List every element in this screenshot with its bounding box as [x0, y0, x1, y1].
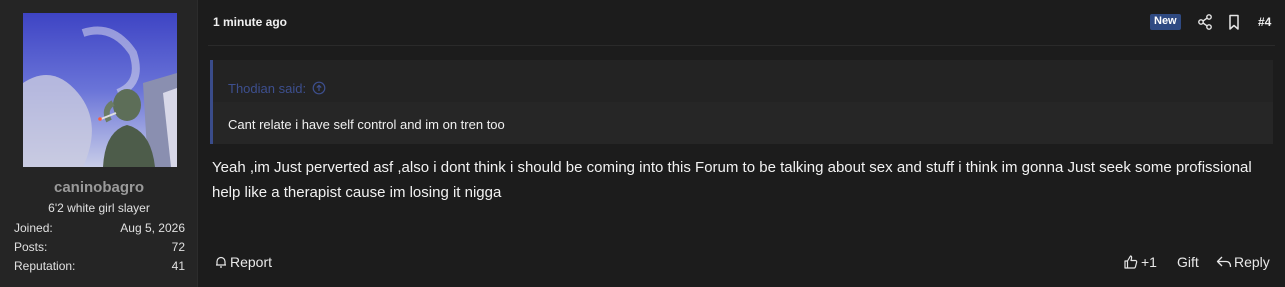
- arrow-up-circle-icon[interactable]: [312, 81, 326, 95]
- post-message: Yeah ,im Just perverted asf ,also i dont…: [212, 159, 1252, 201]
- like-button[interactable]: +1: [1123, 254, 1157, 270]
- new-badge: New: [1150, 14, 1181, 30]
- quote-block: Thodian said: Cant relate i have self co…: [210, 60, 1273, 144]
- quote-author[interactable]: Thodian said:: [228, 81, 306, 96]
- bookmark-icon[interactable]: [1225, 13, 1243, 31]
- bell-icon: [216, 256, 226, 268]
- quote-text: Cant relate i have self control and im o…: [213, 102, 1273, 144]
- avatar[interactable]: [23, 13, 177, 167]
- stat-joined: Joined: Aug 5, 2026: [14, 221, 185, 235]
- stat-label: Joined:: [14, 221, 53, 235]
- reply-button[interactable]: Reply: [1216, 254, 1270, 270]
- header-divider: [208, 45, 1275, 46]
- forum-post: caninobagro 6'2 white girl slayer Joined…: [0, 0, 1285, 287]
- avatar-image: [23, 13, 177, 167]
- share-icon[interactable]: [1196, 13, 1214, 31]
- reply-label: Reply: [1234, 254, 1270, 270]
- gift-label: Gift: [1177, 254, 1199, 270]
- stat-label: Reputation:: [14, 259, 76, 273]
- post-number[interactable]: #4: [1258, 15, 1271, 29]
- stat-posts: Posts: 72: [14, 240, 185, 254]
- like-count: +1: [1141, 254, 1157, 270]
- quote-header[interactable]: Thodian said:: [213, 60, 1273, 102]
- post-main: 1 minute ago New #4 Thodian said: Cant r…: [198, 0, 1285, 287]
- stat-value: Aug 5, 2026: [120, 221, 185, 235]
- report-label: Report: [230, 254, 273, 270]
- stat-reputation: Reputation: 41: [14, 259, 185, 273]
- thumbs-up-icon: [1124, 255, 1138, 269]
- report-button[interactable]: Report: [214, 254, 272, 270]
- stat-value: 72: [171, 240, 185, 254]
- user-sidebar: caninobagro 6'2 white girl slayer Joined…: [0, 0, 198, 287]
- stat-value: 41: [171, 259, 185, 273]
- post-time[interactable]: 1 minute ago: [213, 15, 287, 29]
- gift-button[interactable]: Gift: [1177, 254, 1199, 270]
- user-title: 6'2 white girl slayer: [48, 201, 150, 215]
- username[interactable]: caninobagro: [0, 179, 198, 196]
- reply-arrow-icon: [1216, 256, 1232, 268]
- stat-label: Posts:: [14, 240, 48, 254]
